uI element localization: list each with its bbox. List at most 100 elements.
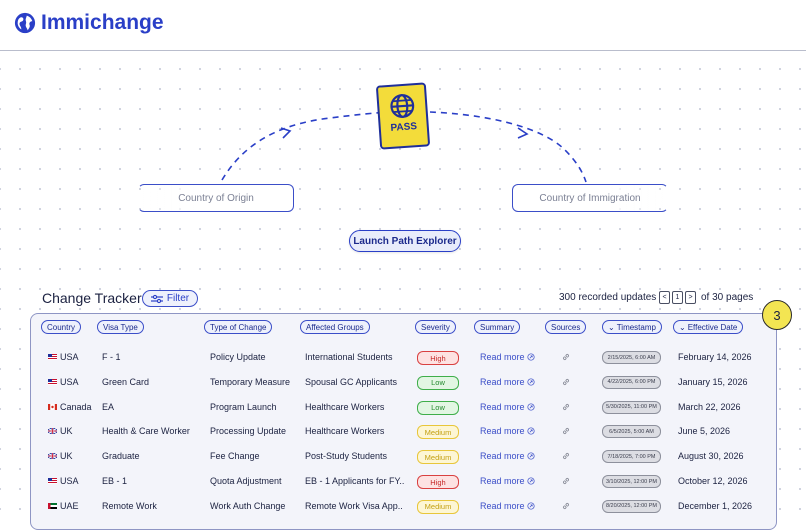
table-row[interactable]: UK Health & Care Worker Processing Update H… xyxy=(31,419,774,443)
cell-type-of-change: Processing Update xyxy=(210,426,287,437)
app-logo[interactable]: Immichange xyxy=(14,11,164,35)
table-row[interactable]: UK Graduate Fee Change Post-Study Students M… xyxy=(31,444,774,468)
cell-visa-type: Remote Work xyxy=(102,500,157,511)
origin-placeholder: Country of Origin xyxy=(178,192,254,204)
uae-flag-icon xyxy=(48,502,57,509)
read-more-link[interactable]: Read more xyxy=(480,426,525,436)
table-row[interactable]: USA F - 1 Policy Update International Stude… xyxy=(31,345,774,369)
table-row[interactable]: USA Green Card Temporary Measure Spousal GC… xyxy=(31,370,774,394)
table-row[interactable]: UAE Remote Work Work Auth Change Remote Wor… xyxy=(31,494,774,518)
cell-country: UK xyxy=(48,419,73,443)
us-flag-icon xyxy=(48,478,57,484)
col-effective-date-label: Effective Date xyxy=(687,322,738,332)
page-total: of 30 pages xyxy=(701,292,754,303)
cell-type-of-change: Quota Adjustment xyxy=(210,476,282,486)
col-effective-date[interactable]: ⌄ Effective Date xyxy=(673,320,744,334)
cell-effective-date: October 12, 2026 xyxy=(678,476,748,486)
app-header: Immichange xyxy=(0,0,806,51)
cell-type-of-change: Policy Update xyxy=(210,352,266,362)
cell-summary: Read more xyxy=(480,469,535,493)
cell-summary: Read more xyxy=(480,444,535,468)
country-of-origin-input[interactable]: Country of Origin xyxy=(138,184,294,212)
table-row[interactable]: Canada EA Program Launch Healthcare Workers… xyxy=(31,395,774,419)
read-more-link[interactable]: Read more xyxy=(480,352,525,362)
timestamp-badge: 4/22/2025, 6:00 PM xyxy=(602,375,661,389)
cell-summary: Read more xyxy=(480,345,535,369)
country-name: Canada xyxy=(60,401,92,412)
cell-visa-type: EA xyxy=(102,401,115,412)
passport-icon: PASS xyxy=(375,82,431,150)
col-timestamp[interactable]: ⌄ Timestamp xyxy=(602,320,662,334)
cell-visa-type: Green Card xyxy=(102,376,150,387)
cell-type-of-change: Fee Change xyxy=(210,451,260,462)
filter-button[interactable]: Filter xyxy=(142,290,198,307)
external-link-icon xyxy=(526,502,535,510)
cell-visa-type: Graduate xyxy=(102,451,140,462)
link-icon[interactable] xyxy=(561,352,571,362)
cell-visa-type: F - 1 xyxy=(102,352,121,362)
passport-label: PASS xyxy=(390,121,418,134)
col-country[interactable]: Country xyxy=(41,320,82,334)
severity-badge: High xyxy=(417,475,459,489)
cell-effective-date: February 14, 2026 xyxy=(678,352,752,362)
cell-affected-groups: Healthcare Workers xyxy=(305,426,385,437)
chevron-down-icon: ⌄ xyxy=(679,322,686,332)
current-page[interactable]: 1 xyxy=(672,291,683,304)
col-sources[interactable]: Sources xyxy=(545,320,587,334)
cell-country: UAE xyxy=(48,494,79,518)
link-icon[interactable] xyxy=(561,501,571,511)
col-severity[interactable]: Severity xyxy=(415,320,456,334)
read-more-link[interactable]: Read more xyxy=(480,476,525,486)
external-link-icon xyxy=(526,353,535,361)
cell-affected-groups: Spousal GC Applicants xyxy=(305,376,398,387)
timestamp-badge: 3/10/2025, 12:00 PM xyxy=(602,475,661,488)
country-name: USA xyxy=(60,352,79,362)
next-page-button[interactable]: > xyxy=(685,291,696,304)
cell-country: Canada xyxy=(48,395,92,419)
prev-page-button[interactable]: < xyxy=(659,291,670,304)
country-of-immigration-input[interactable]: Country of Immigration xyxy=(512,184,668,212)
cell-summary: Read more xyxy=(480,494,535,518)
cell-sources xyxy=(561,469,571,493)
cell-effective-date: August 30, 2026 xyxy=(678,451,744,462)
timestamp-badge: 8/20/2025, 12:00 PM xyxy=(602,499,661,513)
timestamp-badge: 2/15/2025, 6:00 AM xyxy=(602,351,661,364)
cell-sources xyxy=(561,419,571,443)
link-icon[interactable] xyxy=(561,451,571,461)
read-more-link[interactable]: Read more xyxy=(480,501,525,511)
country-name: UAE xyxy=(60,500,79,511)
cell-visa-type: Health & Care Worker xyxy=(102,426,190,437)
col-visa-type[interactable]: Visa Type xyxy=(97,320,144,334)
change-tracker-title: Change Tracker xyxy=(42,290,142,306)
link-icon[interactable] xyxy=(561,402,571,412)
cell-country: UK xyxy=(48,444,73,468)
col-timestamp-label: Timestamp xyxy=(616,322,656,332)
immigration-placeholder: Country of Immigration xyxy=(539,192,641,204)
read-more-link[interactable]: Read more xyxy=(480,402,525,412)
severity-badge: Low xyxy=(417,400,459,415)
recorded-updates-count: 300 recorded updates xyxy=(559,292,657,303)
cell-type-of-change: Program Launch xyxy=(210,401,277,412)
table-row[interactable]: USA EB - 1 Quota Adjustment EB - 1 Applican… xyxy=(31,469,774,493)
cell-affected-groups: Remote Work Visa App.. xyxy=(305,500,403,511)
launch-path-explorer-button[interactable]: Launch Path Explorer xyxy=(349,230,461,252)
us-flag-icon xyxy=(48,354,57,360)
severity-badge: Low xyxy=(417,375,459,390)
timestamp-badge: 5/30/2025, 11:00 PM xyxy=(602,400,661,414)
link-icon[interactable] xyxy=(561,377,571,387)
cell-effective-date: January 15, 2026 xyxy=(678,376,748,387)
link-icon[interactable] xyxy=(561,476,571,486)
cell-effective-date: March 22, 2026 xyxy=(678,401,741,412)
chevron-down-icon: ⌄ xyxy=(608,322,615,332)
country-name: UK xyxy=(60,426,73,437)
col-summary[interactable]: Summary xyxy=(474,320,521,334)
col-affected-groups[interactable]: Affected Groups xyxy=(300,320,370,334)
cell-country: USA xyxy=(48,469,79,493)
app-title: Immichange xyxy=(41,11,164,34)
col-type-of-change[interactable]: Type of Change xyxy=(204,320,273,334)
external-link-icon xyxy=(526,477,535,485)
cell-country: USA xyxy=(48,345,79,369)
read-more-link[interactable]: Read more xyxy=(480,377,525,387)
read-more-link[interactable]: Read more xyxy=(480,451,525,461)
link-icon[interactable] xyxy=(561,426,571,436)
